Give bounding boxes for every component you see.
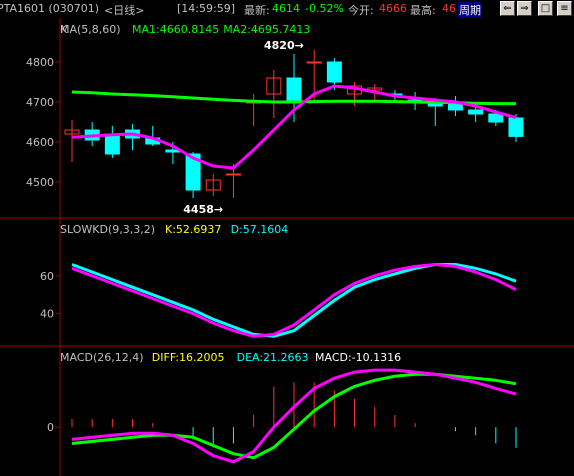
menu-icon[interactable]: ≡ [557,1,572,16]
last-value: 4614 [272,2,300,15]
candle-body [225,173,241,176]
y-tick-label: 40 [40,308,54,321]
candle-body [306,61,322,64]
time-label: [14:59:59] [177,2,235,15]
price-annotation: 4458→ [183,203,223,216]
y-tick-label: 4500 [26,176,54,189]
panel-title: MA(5,8,60) [60,23,121,36]
candle-body [104,133,120,155]
header-bar: PTA1601 (030701) <日线> [14:59:59] 最新: 461… [0,0,574,18]
arrow-right-icon[interactable]: ⇒ [517,1,532,16]
macd-panel: 0 MACD(26,12,4) DIFF:16.2005 DEA:21.2663 MAC… [47,351,517,464]
candle-body [326,61,342,83]
change-pct: -0.52% [305,2,344,15]
panel-title: MACD(26,12,4) [60,351,144,364]
y-tick-label: 4700 [26,96,54,109]
open-value: 4666 [379,2,407,15]
last-label: 最新: [244,4,270,17]
period-button[interactable]: 周期 [458,2,482,18]
high-label: 最高: [410,4,436,17]
legend-ma2: MA2:4695.7413 [223,23,310,36]
legend-d: D:57.1604 [231,223,289,236]
candle-body [286,77,302,103]
zoom-icon[interactable]: □ [538,1,553,16]
slowkd-panel: 40 60 SLOWKD(9,3,3,2) K:52.6937 D:57.1604 [40,223,517,338]
legend-k: K:52.6937 [165,223,221,236]
candlestick-panel: 4500460047004800KMA(5,8,60) MA1:4660.8145… [26,23,524,216]
y-tick-label: 4800 [26,56,54,69]
legend-macd: MACD:-10.1316 [315,351,401,364]
arrow-left-icon[interactable]: ⇐ [500,1,515,16]
legend-ma1: MA1:4660.8145 [132,23,219,36]
chart-canvas: 4500460047004800KMA(5,8,60) MA1:4660.8145… [0,18,574,476]
y-tick-label: 60 [40,270,54,283]
y-tick-label: 4600 [26,136,54,149]
symbol-label: PTA1601 (030701) [0,2,100,15]
price-annotation: 4820→ [264,39,304,52]
candle-body [468,109,484,115]
candle-body [427,103,443,107]
open-label: 今开: [348,4,374,17]
legend-diff: DIFF:16.2005 [152,351,225,364]
period-label[interactable]: <日线> [104,2,144,18]
candle-body [488,113,504,123]
y-tick-label: 0 [47,421,54,434]
high-value: 46 [442,2,456,15]
panel-title: SLOWKD(9,3,3,2) [60,223,155,236]
legend-dea: DEA:21.2663 [237,351,309,364]
candle-body [508,117,524,137]
k-line [71,263,517,338]
